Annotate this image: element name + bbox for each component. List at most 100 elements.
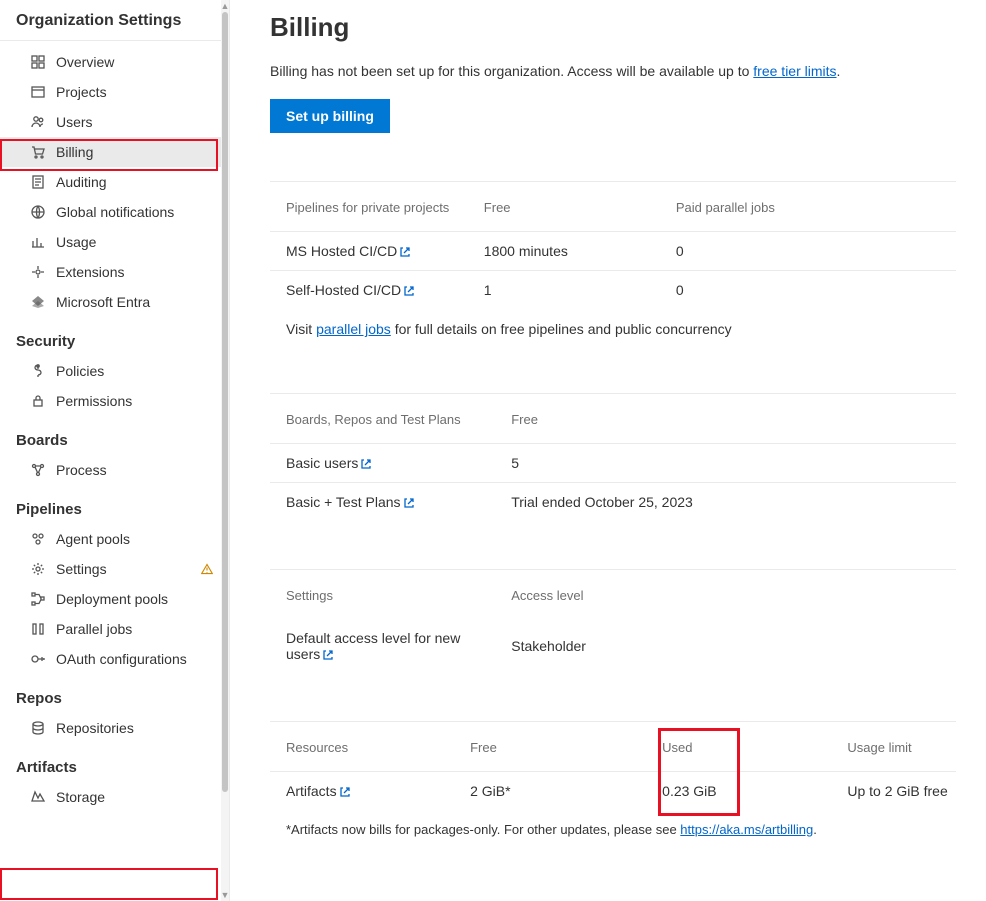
section-pipelines: Pipelines <box>0 485 229 524</box>
sidebar-item-oauth[interactable]: OAuth configurations <box>0 644 229 674</box>
artbilling-link[interactable]: https://aka.ms/artbilling <box>680 822 813 837</box>
policies-icon <box>30 363 46 379</box>
free-tier-link[interactable]: free tier limits <box>753 63 836 79</box>
extensions-icon <box>30 264 46 280</box>
cell-paid: 0 <box>668 232 956 271</box>
process-icon <box>30 462 46 478</box>
sidebar-item-settings[interactable]: Settings <box>0 554 229 584</box>
ms-hosted-link[interactable]: MS Hosted CI/CD <box>286 243 411 259</box>
basic-users-link[interactable]: Basic users <box>286 455 372 471</box>
sidebar-item-billing[interactable]: Billing <box>0 137 229 167</box>
col-free: Free <box>476 182 668 232</box>
cart-icon <box>30 144 46 160</box>
sidebar-item-label: Deployment pools <box>56 591 213 607</box>
pipelines-table: Pipelines for private projects Free Paid… <box>270 182 956 309</box>
repo-icon <box>30 720 46 736</box>
agent-pools-icon <box>30 531 46 547</box>
setup-billing-button[interactable]: Set up billing <box>270 99 390 133</box>
deployment-icon <box>30 591 46 607</box>
basic-test-plans-link[interactable]: Basic + Test Plans <box>286 494 415 510</box>
external-link-icon <box>403 285 415 297</box>
sidebar-item-parallel-jobs[interactable]: Parallel jobs <box>0 614 229 644</box>
sidebar-item-label: Auditing <box>56 174 213 190</box>
entra-icon <box>30 294 46 310</box>
resources-footnote: *Artifacts now bills for packages-only. … <box>270 810 956 845</box>
boards-table: Boards, Repos and Test Plans Free Basic … <box>270 394 956 521</box>
table-row: Basic users 5 <box>270 444 956 483</box>
sidebar-item-label: Settings <box>56 561 189 577</box>
sidebar-item-auditing[interactable]: Auditing <box>0 167 229 197</box>
main-content: Billing Billing has not been set up for … <box>230 0 986 901</box>
sidebar-item-users[interactable]: Users <box>0 107 229 137</box>
sidebar-item-label: Repositories <box>56 720 213 736</box>
col-pipelines: Pipelines for private projects <box>270 182 476 232</box>
page-title: Billing <box>270 12 956 43</box>
sidebar-item-label: Process <box>56 462 213 478</box>
sidebar-item-deployment-pools[interactable]: Deployment pools <box>0 584 229 614</box>
resources-table: Resources Free Used Usage limit Artifact… <box>270 722 956 810</box>
sidebar-item-projects[interactable]: Projects <box>0 77 229 107</box>
settings-section: Settings Access level Default access lev… <box>270 569 956 673</box>
pipelines-section: Pipelines for private projects Free Paid… <box>270 181 956 345</box>
section-boards: Boards <box>0 416 229 455</box>
sidebar-item-label: Users <box>56 114 213 130</box>
table-row: Default access level for new users Stake… <box>270 619 956 673</box>
sidebar: Organization Settings Overview Projects … <box>0 0 230 901</box>
warning-icon <box>201 563 213 575</box>
sidebar-item-label: Overview <box>56 54 213 70</box>
sidebar-item-permissions[interactable]: Permissions <box>0 386 229 416</box>
col-used: Used <box>654 722 839 772</box>
parallel-jobs-link[interactable]: parallel jobs <box>316 321 391 337</box>
table-row: MS Hosted CI/CD 1800 minutes 0 <box>270 232 956 271</box>
sidebar-item-microsoft-entra[interactable]: Microsoft Entra <box>0 287 229 317</box>
sidebar-item-label: Parallel jobs <box>56 621 213 637</box>
cell-paid: 0 <box>668 271 956 310</box>
default-access-link[interactable]: Default access level for new users <box>286 630 460 662</box>
section-security: Security <box>0 317 229 356</box>
col-boards: Boards, Repos and Test Plans <box>270 394 503 444</box>
parallel-icon <box>30 621 46 637</box>
sidebar-item-label: Permissions <box>56 393 213 409</box>
artifacts-link[interactable]: Artifacts <box>286 783 351 799</box>
sidebar-item-storage[interactable]: Storage <box>0 782 229 812</box>
sidebar-item-repositories[interactable]: Repositories <box>0 713 229 743</box>
settings-table: Settings Access level Default access lev… <box>270 570 956 673</box>
external-link-icon <box>322 649 334 661</box>
sidebar-item-extensions[interactable]: Extensions <box>0 257 229 287</box>
intro-text: Billing has not been set up for this org… <box>270 63 956 79</box>
auditing-icon <box>30 174 46 190</box>
sidebar-scrollbar[interactable]: ▲ ▼ <box>221 0 229 901</box>
sidebar-item-agent-pools[interactable]: Agent pools <box>0 524 229 554</box>
sidebar-item-overview[interactable]: Overview <box>0 47 229 77</box>
col-limit: Usage limit <box>839 722 956 772</box>
cell-free: 1 <box>476 271 668 310</box>
external-link-icon <box>360 458 372 470</box>
oauth-icon <box>30 651 46 667</box>
sidebar-item-label: Extensions <box>56 264 213 280</box>
sidebar-item-usage[interactable]: Usage <box>0 227 229 257</box>
sidebar-item-policies[interactable]: Policies <box>0 356 229 386</box>
scroll-up-arrow: ▲ <box>221 0 230 12</box>
pipelines-note: Visit parallel jobs for full details on … <box>270 309 956 345</box>
scroll-thumb[interactable] <box>222 12 228 792</box>
cell-limit: Up to 2 GiB free <box>839 772 956 811</box>
grid-icon <box>30 54 46 70</box>
highlight-storage <box>0 868 218 900</box>
sidebar-item-label: Microsoft Entra <box>56 294 213 310</box>
sidebar-nav: Overview Projects Users Billing Auditing… <box>0 41 229 818</box>
self-hosted-link[interactable]: Self-Hosted CI/CD <box>286 282 415 298</box>
sidebar-item-label: Policies <box>56 363 213 379</box>
col-access: Access level <box>503 570 956 619</box>
scroll-down-arrow: ▼ <box>221 889 230 901</box>
cell-free: 1800 minutes <box>476 232 668 271</box>
sidebar-item-global-notifications[interactable]: Global notifications <box>0 197 229 227</box>
col-settings: Settings <box>270 570 503 619</box>
sidebar-item-label: Usage <box>56 234 213 250</box>
external-link-icon <box>403 497 415 509</box>
sidebar-item-label: Billing <box>56 144 213 160</box>
sidebar-item-process[interactable]: Process <box>0 455 229 485</box>
col-free: Free <box>503 394 956 444</box>
section-artifacts: Artifacts <box>0 743 229 782</box>
external-link-icon <box>399 246 411 258</box>
storage-icon <box>30 789 46 805</box>
